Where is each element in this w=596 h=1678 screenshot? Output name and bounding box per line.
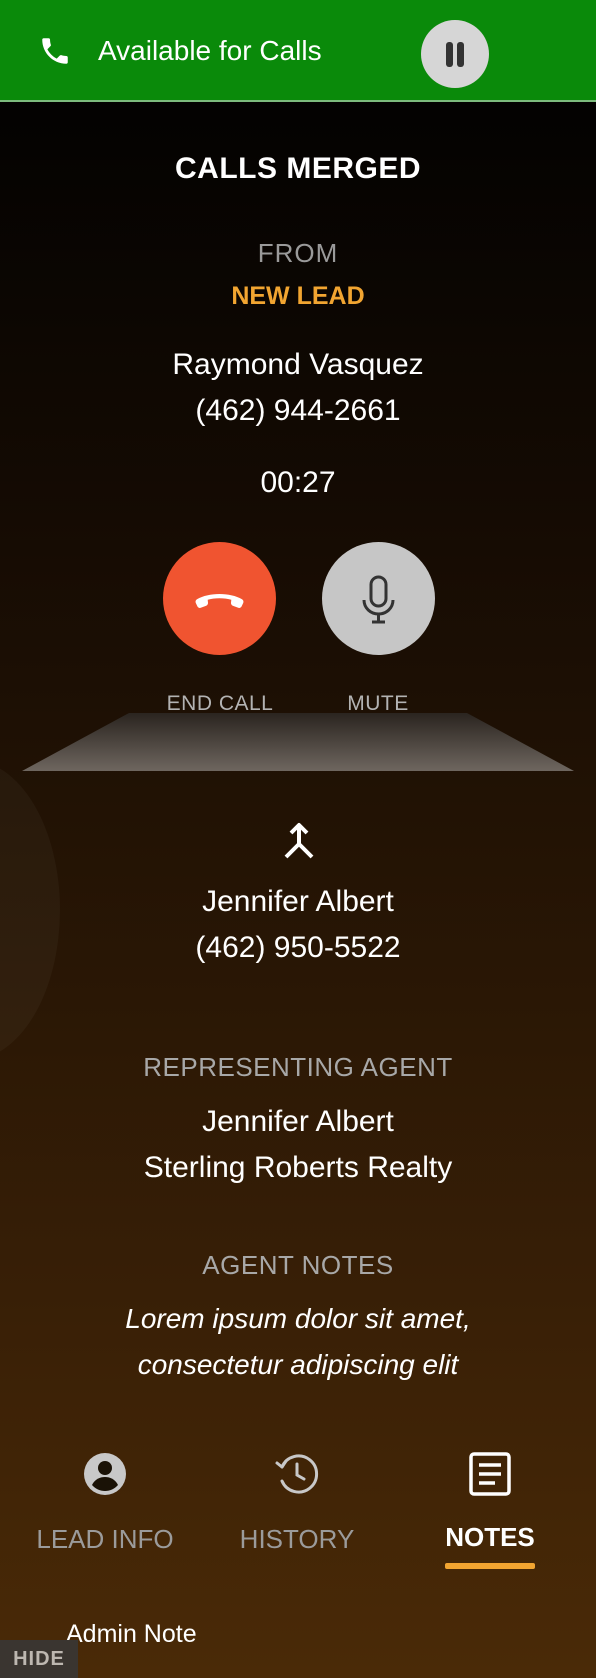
tab-lead-info[interactable]: LEAD INFO <box>15 1450 195 1570</box>
pause-availability-button[interactable] <box>421 20 489 88</box>
tab-notes[interactable]: NOTES <box>400 1450 580 1570</box>
call-state-title: CALLS MERGED <box>175 152 421 185</box>
agent-notes-line-1: Lorem ipsum dolor sit amet, <box>125 1303 471 1334</box>
account-circle-icon <box>84 1453 126 1495</box>
merge-icon <box>284 823 314 859</box>
agent-notes-line-2: consectetur adipiscing elit <box>137 1349 459 1380</box>
pause-icon <box>446 42 453 67</box>
merged-contact-phone: (462) 950-5522 <box>195 931 401 964</box>
pause-icon-bar <box>457 42 464 67</box>
representing-agent-name: Jennifer Albert <box>202 1105 394 1138</box>
mute-button[interactable] <box>322 542 435 655</box>
availability-status-bar: Available for Calls <box>0 0 596 102</box>
hide-button[interactable]: HIDE <box>0 1640 78 1678</box>
tab-notes-label: NOTES <box>445 1522 535 1552</box>
lead-status-badge: NEW LEAD <box>231 282 365 310</box>
call-timer: 00:27 <box>260 466 336 499</box>
tab-history-label: HISTORY <box>239 1524 355 1554</box>
microphone-icon <box>362 575 395 624</box>
from-label: FROM <box>257 238 339 268</box>
availability-label: Available for Calls <box>98 35 322 66</box>
representing-agent-label: REPRESENTING AGENT <box>143 1052 453 1082</box>
agent-notes-label: AGENT NOTES <box>202 1250 394 1280</box>
caller-phone: (462) 944-2661 <box>195 394 401 427</box>
notes-icon <box>469 1452 511 1496</box>
agent-notes-text: Lorem ipsum dolor sit amet, consectetur … <box>0 1296 596 1388</box>
representing-agent-company: Sterling Roberts Realty <box>143 1151 453 1184</box>
end-call-button[interactable] <box>163 542 276 655</box>
admin-note-label: Admin Note <box>66 1620 197 1648</box>
phone-icon <box>42 38 68 64</box>
tab-history[interactable]: HISTORY <box>207 1450 387 1570</box>
history-clock-icon <box>275 1454 319 1494</box>
caller-name: Raymond Vasquez <box>172 348 424 381</box>
tab-lead-info-label: LEAD INFO <box>36 1524 174 1554</box>
merged-contact-name: Jennifer Albert <box>202 885 394 918</box>
hang-up-icon <box>195 594 244 608</box>
call-panel: Available for Calls CALLS MERGED FROM NE… <box>0 0 596 1678</box>
active-tab-indicator <box>445 1563 535 1569</box>
section-divider <box>22 713 574 771</box>
